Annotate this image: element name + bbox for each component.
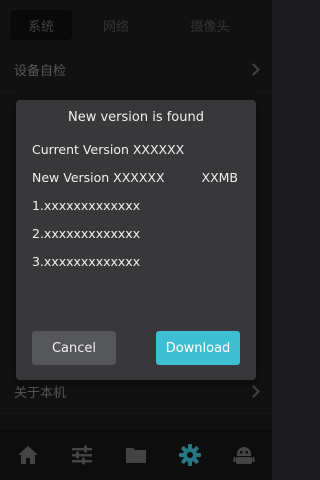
dialog-title: New version is found [67, 110, 204, 125]
update-dialog: New version is found Current Version XXX… [16, 100, 256, 380]
release-note-item: 1.xxxxxxxxxxxxx [32, 198, 141, 213]
release-note-item: 3.xxxxxxxxxxxxx [32, 254, 141, 269]
update-size-text: XXMB [201, 170, 239, 185]
download-button[interactable]: Download [156, 331, 240, 365]
new-version-text: New Version XXXXXX [32, 170, 165, 185]
current-version-text: Current Version XXXXXX [32, 142, 185, 157]
release-note-item: 2.xxxxxxxxxxxxx [32, 226, 141, 241]
cancel-button[interactable]: Cancel [32, 331, 116, 365]
